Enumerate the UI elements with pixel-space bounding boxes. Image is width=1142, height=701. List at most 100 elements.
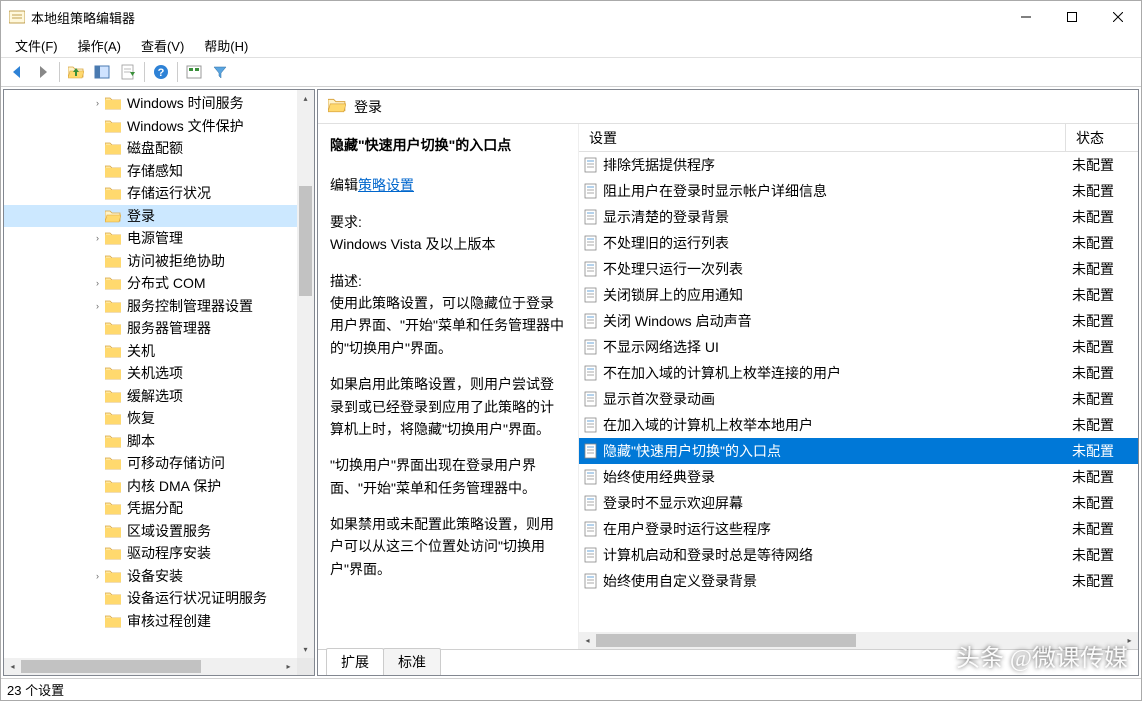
list-row[interactable]: 始终使用自定义登录背景未配置 xyxy=(579,568,1138,594)
tree-view[interactable]: ›Windows 时间服务Windows 文件保护磁盘配额存储感知存储运行状况登… xyxy=(4,90,297,658)
all-settings-button[interactable] xyxy=(182,60,206,84)
list-row[interactable]: 阻止用户在登录时显示帐户详细信息未配置 xyxy=(579,178,1138,204)
setting-status: 未配置 xyxy=(1066,311,1138,331)
tree-item-label: 分布式 COM xyxy=(127,273,206,293)
setting-label: 始终使用自定义登录背景 xyxy=(603,571,757,591)
list-hscrollbar[interactable]: ◂ ▸ xyxy=(579,632,1138,649)
tree-item[interactable]: 内核 DMA 保护 xyxy=(4,475,297,498)
tree-item[interactable]: ›服务控制管理器设置 xyxy=(4,295,297,318)
policy-icon xyxy=(583,495,599,511)
tree-item[interactable]: 凭据分配 xyxy=(4,497,297,520)
folder-icon xyxy=(105,365,121,381)
folder-icon xyxy=(105,388,121,404)
tree-vscrollbar[interactable]: ▴ ▾ xyxy=(297,90,314,658)
description-label: 描述: xyxy=(330,270,566,292)
menu-view[interactable]: 查看(V) xyxy=(131,34,194,57)
tab-extended[interactable]: 扩展 xyxy=(326,648,384,675)
menu-action[interactable]: 操作(A) xyxy=(68,34,131,57)
list-row[interactable]: 不处理只运行一次列表未配置 xyxy=(579,256,1138,282)
tree-item[interactable]: 脚本 xyxy=(4,430,297,453)
tree-item-label: 区域设置服务 xyxy=(127,521,211,541)
policy-icon xyxy=(583,157,599,173)
folder-icon xyxy=(105,500,121,516)
tree-item[interactable]: 区域设置服务 xyxy=(4,520,297,543)
tree-item[interactable]: 驱动程序安装 xyxy=(4,542,297,565)
tree-expand-icon[interactable]: › xyxy=(90,278,105,288)
tree-item-label: 脚本 xyxy=(127,431,155,451)
forward-button[interactable] xyxy=(31,60,55,84)
folder-icon xyxy=(105,298,121,314)
help-button[interactable]: ? xyxy=(149,60,173,84)
list-row[interactable]: 在加入域的计算机上枚举本地用户未配置 xyxy=(579,412,1138,438)
tree-item[interactable]: › 分布式 COM xyxy=(4,272,297,295)
list-row[interactable]: 关闭 Windows 启动声音未配置 xyxy=(579,308,1138,334)
tree-item[interactable]: 设备运行状况证明服务 xyxy=(4,587,297,610)
up-folder-button[interactable] xyxy=(64,60,88,84)
col-status[interactable]: 状态 xyxy=(1066,124,1138,151)
list-row[interactable]: 在用户登录时运行这些程序未配置 xyxy=(579,516,1138,542)
right-panel: 登录 隐藏"快速用户切换"的入口点 编辑策略设置 要求: Windows Vis… xyxy=(317,89,1139,676)
minimize-button[interactable] xyxy=(1003,1,1049,33)
list-row[interactable]: 隐藏"快速用户切换"的入口点未配置 xyxy=(579,438,1138,464)
back-button[interactable] xyxy=(5,60,29,84)
tree-item[interactable]: 审核过程创建 xyxy=(4,610,297,633)
list-row[interactable]: 始终使用经典登录 未配置 xyxy=(579,464,1138,490)
tree-hscrollbar[interactable]: ◂ ▸ xyxy=(4,658,314,675)
tree-item[interactable]: 可移动存储访问 xyxy=(4,452,297,475)
setting-label: 计算机启动和登录时总是等待网络 xyxy=(603,545,813,565)
setting-label: 不处理只运行一次列表 xyxy=(603,259,743,279)
tree-item[interactable]: 磁盘配额 xyxy=(4,137,297,160)
maximize-button[interactable] xyxy=(1049,1,1095,33)
list-row[interactable]: 排除凭据提供程序未配置 xyxy=(579,152,1138,178)
setting-status: 未配置 xyxy=(1066,155,1138,175)
tree-expand-icon[interactable]: › xyxy=(90,571,105,581)
tree-item[interactable]: Windows 文件保护 xyxy=(4,115,297,138)
menu-help[interactable]: 帮助(H) xyxy=(194,34,258,57)
tree-item[interactable]: 恢复 xyxy=(4,407,297,430)
list-row[interactable]: 不处理旧的运行列表未配置 xyxy=(579,230,1138,256)
setting-label: 阻止用户在登录时显示帐户详细信息 xyxy=(603,181,827,201)
window-controls xyxy=(1003,1,1141,33)
tree-item[interactable]: 关机选项 xyxy=(4,362,297,385)
tree-item[interactable]: 存储感知 xyxy=(4,160,297,183)
close-button[interactable] xyxy=(1095,1,1141,33)
policy-icon xyxy=(583,313,599,329)
setting-label: 始终使用经典登录 xyxy=(603,467,715,487)
setting-status: 未配置 xyxy=(1066,467,1138,487)
export-list-button[interactable] xyxy=(116,60,140,84)
list-row[interactable]: 显示清楚的登录背景未配置 xyxy=(579,204,1138,230)
tree-item[interactable]: 关机 xyxy=(4,340,297,363)
tree-expand-icon[interactable]: › xyxy=(90,98,105,108)
tree-item[interactable]: 缓解选项 xyxy=(4,385,297,408)
tree-item[interactable]: 存储运行状况 xyxy=(4,182,297,205)
col-setting[interactable]: 设置 xyxy=(579,124,1066,151)
tree-item[interactable]: ›设备安装 xyxy=(4,565,297,588)
settings-list[interactable]: 排除凭据提供程序未配置阻止用户在登录时显示帐户详细信息未配置显示清楚的登录背景未… xyxy=(579,152,1138,632)
toolbar: ? xyxy=(1,57,1141,87)
filter-button[interactable] xyxy=(208,60,232,84)
tree-expand-icon[interactable]: › xyxy=(90,233,105,243)
tab-standard[interactable]: 标准 xyxy=(383,648,441,675)
list-row[interactable]: 关闭锁屏上的应用通知未配置 xyxy=(579,282,1138,308)
tree-item[interactable]: ›电源管理 xyxy=(4,227,297,250)
tree-item[interactable]: ›Windows 时间服务 xyxy=(4,92,297,115)
tree-item[interactable]: 访问被拒绝协助 xyxy=(4,250,297,273)
tree-item[interactable]: 服务器管理器 xyxy=(4,317,297,340)
tree-item[interactable]: 登录 xyxy=(4,205,297,228)
folder-icon xyxy=(105,478,121,494)
menu-file[interactable]: 文件(F) xyxy=(5,34,68,57)
list-row[interactable]: 不显示网络选择 UI未配置 xyxy=(579,334,1138,360)
list-pane: 设置 状态 排除凭据提供程序未配置阻止用户在登录时显示帐户详细信息未配置显示清楚… xyxy=(578,124,1138,649)
show-hide-tree-button[interactable] xyxy=(90,60,114,84)
list-row[interactable]: 计算机启动和登录时总是等待网络未配置 xyxy=(579,542,1138,568)
list-row[interactable]: 显示首次登录动画未配置 xyxy=(579,386,1138,412)
policy-settings-link[interactable]: 策略设置 xyxy=(358,177,414,193)
tree-expand-icon[interactable]: › xyxy=(90,301,105,311)
list-row[interactable]: 登录时不显示欢迎屏幕未配置 xyxy=(579,490,1138,516)
setting-status: 未配置 xyxy=(1066,493,1138,513)
setting-label: 隐藏"快速用户切换"的入口点 xyxy=(603,441,781,461)
tree-item-label: 登录 xyxy=(127,206,155,226)
list-row[interactable]: 不在加入域的计算机上枚举连接的用户未配置 xyxy=(579,360,1138,386)
policy-icon xyxy=(583,573,599,589)
folder-icon xyxy=(105,343,121,359)
